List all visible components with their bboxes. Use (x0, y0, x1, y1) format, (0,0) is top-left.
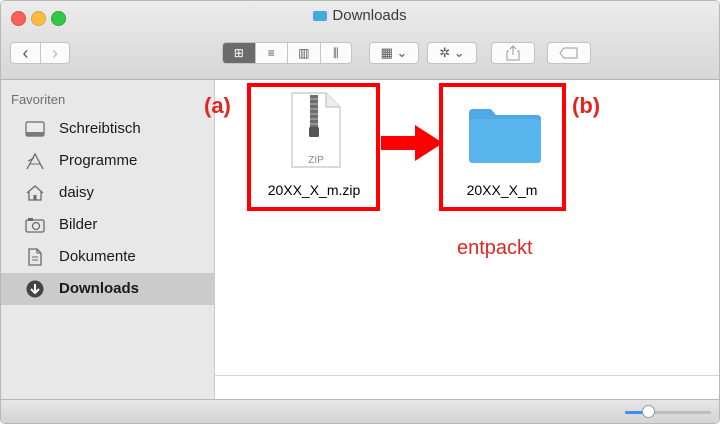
coverflow-view-button[interactable]: ⫼ (321, 43, 352, 63)
home-icon (26, 185, 44, 201)
folder-icon (313, 11, 328, 21)
action-button[interactable]: ✲ ⌄ (427, 42, 477, 64)
sidebar-item-label: Downloads (59, 280, 140, 297)
list-view-button[interactable]: ≡ (256, 43, 288, 63)
sidebar-item-label: Bilder (59, 216, 98, 233)
annotation-a: (a) (204, 93, 231, 118)
window-title: Downloads (1, 7, 719, 24)
forward-button[interactable]: › (41, 43, 69, 63)
sidebar-item-label: daisy (59, 184, 95, 201)
sidebar-item-schreibtisch[interactable]: Schreibtisch (1, 113, 214, 145)
column-view-button[interactable]: ▥ (288, 43, 321, 63)
back-button[interactable]: ‹ (11, 43, 41, 63)
view-mode-control: ⊞ ≡ ▥ ⫼ (222, 42, 352, 64)
folder-icon[interactable] (467, 105, 543, 165)
sidebar-item-label: Dokumente (59, 248, 136, 265)
status-bar (1, 399, 719, 423)
zip-file-name[interactable]: 20XX_X_m.zip (250, 182, 378, 198)
unpacked-note: entpackt (457, 237, 533, 259)
sidebar-item-daisy[interactable]: daisy (1, 177, 214, 209)
sidebar-item-downloads[interactable]: Downloads (1, 273, 214, 305)
annotation-b: (b) (572, 93, 601, 118)
path-bar (215, 375, 719, 400)
zoom-slider-knob[interactable] (642, 405, 655, 418)
share-button[interactable] (491, 42, 535, 64)
sidebar-item-programme[interactable]: Programme (1, 145, 214, 177)
share-icon (506, 45, 520, 61)
arrow-right-icon (381, 125, 443, 161)
finder-window: Downloads ‹ › ⊞ ≡ ▥ ⫼ ▦ ⌄ ✲ ⌄ Favoriten (0, 0, 720, 424)
icon-view-button[interactable]: ⊞ (223, 43, 256, 63)
zip-type-badge: ZIP (308, 155, 324, 166)
sidebar-item-label: Programme (59, 152, 138, 169)
sidebar-item-bilder[interactable]: Bilder (1, 209, 214, 241)
sidebar-item-dokumente[interactable]: Dokumente (1, 241, 214, 273)
desktop-icon (25, 121, 45, 137)
edit-tags-button[interactable] (547, 42, 591, 64)
arrange-button[interactable]: ▦ ⌄ (369, 42, 419, 64)
back-forward-control: ‹ › (10, 42, 70, 64)
sidebar: Favoriten Schreibtisch Programme daisy B… (1, 80, 215, 399)
sidebar-header: Favoriten (11, 92, 66, 107)
folder-name[interactable]: 20XX_X_m (441, 182, 563, 198)
applications-icon (26, 152, 44, 170)
window-title-text: Downloads (332, 7, 407, 24)
document-icon (28, 248, 42, 266)
sidebar-item-label: Schreibtisch (59, 120, 141, 137)
tag-icon (559, 47, 578, 59)
download-icon (26, 280, 44, 298)
camera-icon (25, 218, 45, 233)
titlebar: Downloads ‹ › ⊞ ≡ ▥ ⫼ ▦ ⌄ ✲ ⌄ (1, 1, 719, 80)
